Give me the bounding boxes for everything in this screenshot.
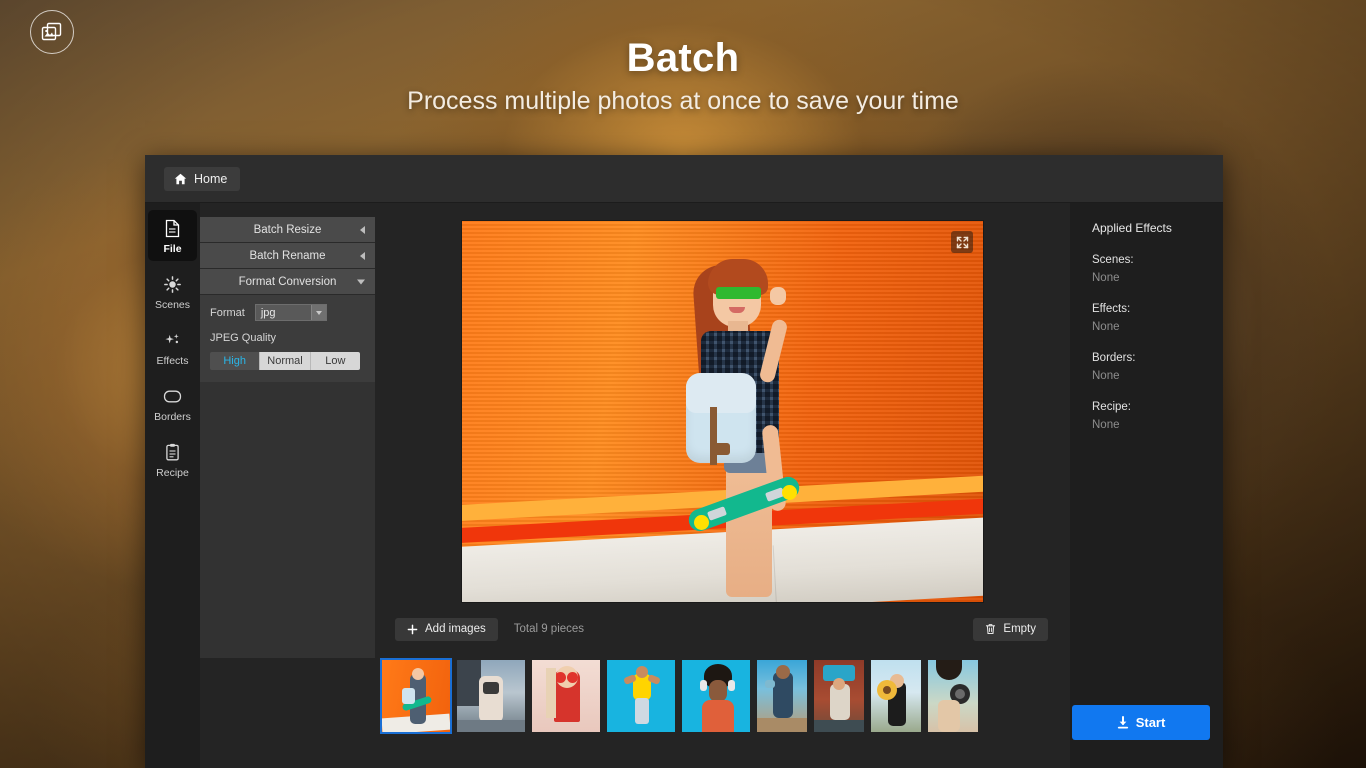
applied-effects-borders-key: Borders:	[1092, 352, 1136, 364]
thumbnail-strip[interactable]	[375, 650, 1070, 742]
applied-effects-scenes-key: Scenes:	[1092, 254, 1134, 266]
chevron-left-icon	[360, 225, 365, 234]
applied-effects-effects-value: None	[1092, 321, 1120, 333]
sidebar-rail: File Scenes Effects Borders Recipe	[145, 203, 200, 768]
rounded-rect-icon	[163, 387, 182, 406]
add-images-label: Add images	[425, 623, 486, 635]
applied-effects-title: Applied Effects	[1092, 221, 1172, 235]
stacked-photos-icon	[41, 22, 63, 42]
format-select-value: jpg	[260, 306, 276, 319]
empty-label: Empty	[1003, 623, 1036, 635]
start-button-label: Start	[1135, 715, 1166, 730]
chevron-down-icon	[357, 279, 365, 284]
empty-button[interactable]: Empty	[973, 617, 1048, 641]
quality-option-high[interactable]: High	[210, 352, 261, 370]
jpeg-quality-segmented-control: High Normal Low	[210, 352, 360, 370]
preview-area	[375, 203, 1070, 608]
thumbnail-item[interactable]	[380, 658, 452, 734]
sidebar-item-file-label: File	[163, 243, 182, 255]
home-button-label: Home	[194, 171, 228, 186]
preview-photo-art	[462, 221, 983, 602]
accordion-batch-resize-label: Batch Resize	[253, 223, 322, 236]
total-pieces-label: Total 9 pieces	[513, 623, 585, 635]
clipboard-icon	[164, 443, 181, 462]
format-select[interactable]: jpg	[254, 304, 327, 321]
home-button[interactable]: Home	[164, 166, 241, 191]
thumbnail-item[interactable]	[532, 660, 600, 732]
sidebar-item-recipe[interactable]: Recipe	[148, 434, 197, 485]
start-button[interactable]: Start	[1072, 705, 1210, 740]
document-icon	[164, 219, 181, 238]
sidebar-item-borders[interactable]: Borders	[148, 378, 197, 429]
applied-effects-scenes-value: None	[1092, 272, 1120, 284]
accordion-batch-rename-label: Batch Rename	[249, 249, 326, 262]
applied-effects-recipe-key: Recipe:	[1092, 401, 1131, 413]
main-stage: Add images Total 9 pieces Empty	[375, 203, 1070, 768]
preview-image[interactable]	[462, 221, 983, 602]
app-titlebar: Home	[145, 155, 1223, 203]
app-window: Home File Scenes Effects Borders Recipe …	[145, 155, 1223, 768]
applied-effects-borders-value: None	[1092, 370, 1120, 382]
applied-effects-panel: Applied Effects Scenes: None Effects: No…	[1070, 203, 1223, 768]
images-toolbar: Add images Total 9 pieces Empty	[375, 608, 1070, 650]
sidebar-item-effects-label: Effects	[156, 355, 189, 367]
accordion-batch-rename[interactable]: Batch Rename	[200, 243, 375, 269]
options-panel: Batch Resize Batch Rename Format Convers…	[200, 217, 375, 658]
download-arrow-icon	[1117, 716, 1129, 729]
thumbnail-item[interactable]	[814, 660, 864, 732]
thumbnail-item[interactable]	[757, 660, 807, 732]
expand-fullscreen-icon[interactable]	[951, 231, 973, 253]
quality-option-normal[interactable]: Normal	[260, 352, 311, 370]
thumbnail-item[interactable]	[682, 660, 750, 732]
chevron-down-icon[interactable]	[310, 305, 326, 320]
sidebar-item-scenes-label: Scenes	[154, 299, 191, 311]
sparkles-icon	[164, 331, 181, 350]
accordion-batch-resize[interactable]: Batch Resize	[200, 217, 375, 243]
sun-burst-icon	[164, 275, 181, 294]
format-conversion-body: Format jpg JPEG Quality High Normal Low	[200, 295, 375, 382]
chevron-left-icon	[360, 251, 365, 260]
sidebar-item-effects[interactable]: Effects	[148, 322, 197, 373]
thumbnail-item[interactable]	[607, 660, 675, 732]
format-label: Format	[210, 306, 245, 319]
accordion-format-conversion-label: Format Conversion	[238, 275, 337, 288]
sidebar-item-scenes[interactable]: Scenes	[148, 266, 197, 317]
app-logo-badge	[30, 10, 74, 54]
thumbnail-item[interactable]	[871, 660, 921, 732]
plus-icon	[407, 624, 418, 635]
accordion-format-conversion[interactable]: Format Conversion	[200, 269, 375, 295]
thumbnail-item[interactable]	[928, 660, 978, 732]
format-row: Format jpg	[210, 304, 365, 321]
applied-effects-recipe-value: None	[1092, 419, 1120, 431]
sidebar-item-file[interactable]: File	[148, 210, 197, 261]
thumbnail-item[interactable]	[457, 660, 525, 732]
jpeg-quality-label: JPEG Quality	[210, 332, 277, 344]
sidebar-item-borders-label: Borders	[154, 411, 191, 423]
home-icon	[174, 173, 187, 185]
add-images-button[interactable]: Add images	[395, 617, 498, 641]
trash-icon	[985, 623, 996, 635]
applied-effects-effects-key: Effects:	[1092, 303, 1131, 315]
sidebar-item-recipe-label: Recipe	[156, 467, 189, 479]
quality-option-low[interactable]: Low	[310, 352, 360, 370]
